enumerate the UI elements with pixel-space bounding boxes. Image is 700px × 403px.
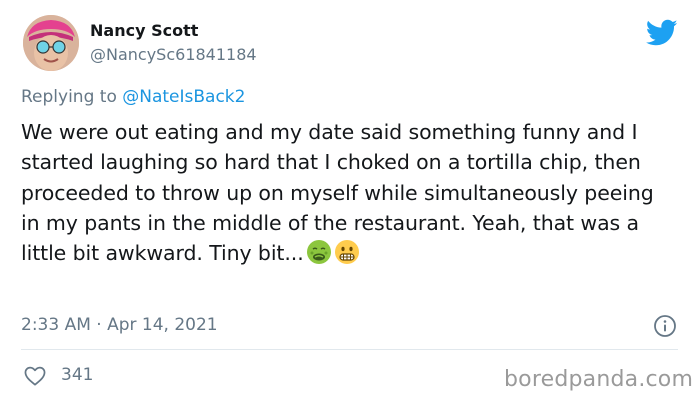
watermark: boredpanda.com bbox=[504, 367, 694, 392]
author-handle[interactable]: @NancySc61841184 bbox=[90, 45, 257, 64]
author-display-name[interactable]: Nancy Scott bbox=[90, 21, 198, 40]
grimacing-face-icon bbox=[334, 239, 360, 265]
info-icon[interactable] bbox=[653, 314, 677, 338]
avatar[interactable] bbox=[23, 15, 79, 71]
divider bbox=[21, 349, 678, 350]
reply-mention-link[interactable]: @NateIsBack2 bbox=[122, 87, 245, 107]
twitter-bird-icon[interactable] bbox=[645, 19, 678, 47]
like-count: 341 bbox=[61, 365, 94, 385]
nauseated-face-icon bbox=[306, 239, 332, 265]
reply-context: Replying to @NateIsBack2 bbox=[21, 87, 245, 107]
tweet-text: We were out eating and my date said some… bbox=[21, 117, 671, 268]
heart-icon[interactable] bbox=[24, 366, 46, 386]
tweet-timestamp[interactable]: 2:33 AM · Apr 14, 2021 bbox=[21, 315, 218, 335]
reply-prefix: Replying to bbox=[21, 87, 123, 107]
